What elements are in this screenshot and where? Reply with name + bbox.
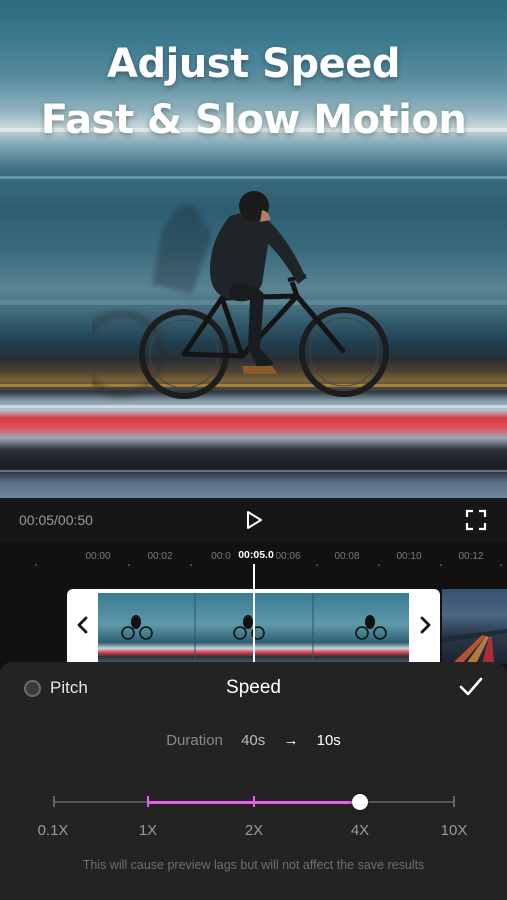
tick-dot	[35, 564, 37, 566]
slider-mark	[253, 796, 255, 807]
duration-row: Duration 40s → 10s	[0, 732, 507, 749]
hero-title-line-2: Fast & Slow Motion	[40, 97, 467, 143]
playhead[interactable]	[253, 564, 255, 664]
speed-panel: Pitch Speed Duration 40s → 10s 0.1X 1X 2…	[0, 662, 507, 900]
video-preview: Adjust Speed Fast & Slow Motion	[0, 0, 507, 498]
player-controls: 00:05/00:50	[0, 498, 507, 542]
duration-new: 10s	[316, 732, 341, 749]
slider-mark	[53, 796, 55, 807]
tick-dot	[316, 564, 318, 566]
speed-option-label[interactable]: 0.1X	[38, 822, 69, 839]
tick-label: 00:0	[211, 551, 231, 562]
panel-title: Speed	[226, 677, 281, 698]
arrow-right-icon: →	[283, 732, 299, 749]
tick-dot	[500, 564, 502, 566]
tick-label: 00:10	[396, 551, 422, 562]
tick-label: 00:08	[334, 551, 360, 562]
time-display: 00:05/00:50	[19, 512, 93, 528]
play-icon[interactable]	[244, 509, 264, 531]
cyclist-image	[92, 191, 389, 399]
fullscreen-icon[interactable]	[465, 509, 487, 531]
chevron-right-icon[interactable]	[417, 614, 433, 636]
duration-label: Duration	[166, 732, 223, 749]
tick-dot	[378, 564, 380, 566]
speed-slider-thumb[interactable]	[352, 794, 368, 810]
hero-title-line-1: Adjust Speed	[107, 41, 400, 87]
chevron-left-icon[interactable]	[75, 614, 91, 636]
speed-option-label[interactable]: 10X	[441, 822, 468, 839]
timeline[interactable]: 00:00 00:02 00:0 00:06 00:08 00:10 00:12…	[0, 542, 507, 664]
tick-label: 00:12	[458, 551, 484, 562]
tick-label: 00:02	[147, 551, 173, 562]
warning-text: This will cause preview lags but will no…	[82, 858, 425, 872]
tick-dot	[190, 564, 192, 566]
tick-dot	[440, 564, 442, 566]
current-time-label: 00:05.0	[236, 549, 276, 561]
tick-label: 00:06	[275, 551, 301, 562]
hero-title: Adjust Speed Fast & Slow Motion	[0, 36, 507, 148]
road-image	[442, 629, 507, 664]
duration-original: 40s	[241, 732, 266, 749]
slider-mark	[453, 796, 455, 807]
speed-option-label[interactable]: 1X	[139, 822, 157, 839]
speed-option-label[interactable]: 2X	[245, 822, 263, 839]
tick-label: 00:00	[85, 551, 111, 562]
slider-mark	[147, 796, 149, 807]
tick-dot	[128, 564, 130, 566]
speed-option-label[interactable]: 4X	[351, 822, 369, 839]
checkmark-icon[interactable]	[458, 676, 484, 698]
next-clip-thumbnail[interactable]	[442, 589, 507, 664]
